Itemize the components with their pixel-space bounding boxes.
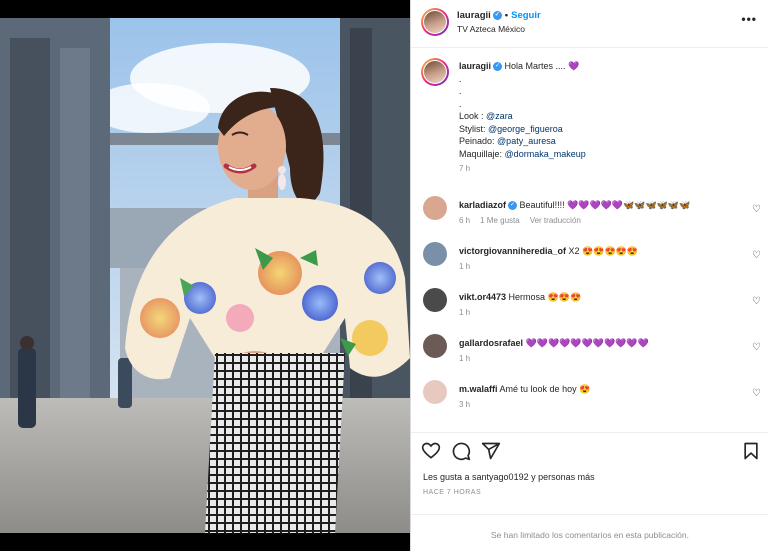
commenter-username[interactable]: victorgiovanniheredia_of	[459, 246, 566, 256]
heart-icon[interactable]	[421, 441, 441, 461]
likes-summary[interactable]: Les gusta a santyago0192 y personas más	[423, 472, 595, 482]
comment-meta: 1 h	[459, 354, 480, 363]
author-username[interactable]: lauragii	[457, 10, 491, 21]
caption-author-avatar[interactable]	[421, 58, 449, 86]
caption-timestamp[interactable]: 7 h	[459, 163, 749, 176]
commenter-username[interactable]: m.walaffi	[459, 384, 498, 394]
commenter-avatar[interactable]	[423, 334, 447, 358]
comment-like-heart-icon[interactable]: ♡	[752, 388, 761, 399]
post-details-panel: lauragii ✓ • Seguir TV Azteca México ••• la…	[410, 0, 768, 551]
commenter-username[interactable]: karladiazof	[459, 200, 506, 210]
comment-meta: 1 h	[459, 308, 480, 317]
post-time-ago[interactable]: HACE 7 HORAS	[423, 489, 481, 496]
comment-item: karladiazof ✓ Beautiful!!!! 💜💜💜💜💜🦋🦋🦋🦋🦋🦋 6…	[411, 196, 768, 242]
caption-dot-line: .	[459, 98, 462, 109]
look-mention-link[interactable]: @zara	[486, 111, 513, 121]
comment-line: gallardosrafael 💜💜💜💜💜💜💜💜💜💜💜	[459, 338, 739, 349]
comment-time[interactable]: 3 h	[459, 400, 470, 409]
peinado-label: Peinado:	[459, 136, 495, 146]
caption-dot-line: .	[459, 86, 462, 96]
translate-link[interactable]: Ver traducción	[530, 216, 581, 225]
comment-text: Hermosa 😍😍😍	[508, 292, 582, 302]
post-header: lauragii ✓ • Seguir TV Azteca México •••	[411, 0, 768, 48]
commenter-username[interactable]: vikt.or4473	[459, 292, 506, 302]
comment-line: m.walaffi Amé tu look de hoy 😍	[459, 384, 739, 395]
comment-meta: 6 h 1 Me gusta Ver traducción	[459, 216, 591, 225]
comment-line: vikt.or4473 Hermosa 😍😍😍	[459, 292, 739, 303]
comment-item: gallardosrafael 💜💜💜💜💜💜💜💜💜💜💜 1 h ♡	[411, 334, 768, 380]
bottom-letterbox	[0, 533, 410, 551]
comment-like-heart-icon[interactable]: ♡	[752, 296, 761, 307]
comment-text: Beautiful!!!! 💜💜💜💜💜🦋🦋🦋🦋🦋🦋	[519, 200, 691, 210]
caption-dot-line: .	[459, 73, 462, 84]
purple-heart-emoji: 💜	[568, 61, 580, 71]
post-photo-illustration	[0, 18, 410, 533]
verified-badge-icon: ✓	[493, 62, 503, 72]
comment-likes[interactable]: 1 Me gusta	[480, 216, 520, 225]
caption-text: lauragii ✓ Hola Martes .... 💜 . . . Look …	[459, 60, 749, 176]
comment-like-heart-icon[interactable]: ♡	[752, 250, 761, 261]
stylist-label: Stylist:	[459, 123, 486, 134]
verified-badge-icon: ✓	[492, 10, 502, 20]
comment-text: Amé tu look de hoy 😍	[499, 384, 591, 394]
caption-username[interactable]: lauragii	[459, 61, 491, 71]
separator-dot: •	[504, 10, 509, 21]
stylist-mention-link[interactable]: @george_figueroa	[488, 124, 563, 134]
post-image[interactable]	[0, 18, 410, 533]
maquillaje-label: Maquillaje:	[459, 148, 503, 159]
commenter-username[interactable]: gallardosrafael	[459, 338, 523, 348]
share-icon[interactable]	[481, 441, 501, 461]
author-avatar[interactable]	[421, 8, 449, 36]
comment-line: victorgiovanniheredia_of X2 😍😍😍😍😍	[459, 246, 739, 257]
commenter-avatar[interactable]	[423, 380, 447, 404]
look-label: Look :	[459, 111, 484, 121]
caption-greeting: Hola Martes ....	[504, 61, 566, 71]
comments-limited-notice: Se han limitado los comentarios en esta …	[491, 530, 689, 540]
comment-line: karladiazof ✓ Beautiful!!!! 💜💜💜💜💜🦋🦋🦋🦋🦋🦋	[459, 200, 739, 211]
comment-like-heart-icon[interactable]: ♡	[752, 342, 761, 353]
post-location[interactable]: TV Azteca México	[457, 24, 525, 34]
author-line: lauragii ✓ • Seguir	[457, 10, 541, 21]
comment-meta: 1 h	[459, 262, 480, 271]
comment-time[interactable]: 1 h	[459, 308, 470, 317]
comments-footer: Se han limitado los comentarios en esta …	[411, 514, 768, 551]
comment-item: m.walaffi Amé tu look de hoy 😍 3 h ♡	[411, 380, 768, 426]
follow-button[interactable]: Seguir	[511, 10, 541, 21]
verified-badge-icon: ✓	[508, 201, 518, 211]
post-actions-bar	[411, 432, 768, 470]
commenter-avatar[interactable]	[423, 242, 447, 266]
commenter-avatar[interactable]	[423, 196, 447, 220]
comment-text: X2 😍😍😍😍😍	[568, 246, 639, 256]
comment-time[interactable]: 1 h	[459, 354, 470, 363]
comment-time[interactable]: 6 h	[459, 216, 470, 225]
more-options-icon[interactable]: •••	[741, 12, 757, 26]
comment-icon[interactable]	[451, 441, 471, 461]
peinado-mention-link[interactable]: @paty_auresa	[497, 136, 556, 146]
commenter-avatar[interactable]	[423, 288, 447, 312]
comment-item: vikt.or4473 Hermosa 😍😍😍 1 h ♡	[411, 288, 768, 334]
comment-meta: 3 h	[459, 400, 480, 409]
comment-item: victorgiovanniheredia_of X2 😍😍😍😍😍 1 h ♡	[411, 242, 768, 288]
comment-like-heart-icon[interactable]: ♡	[752, 204, 761, 215]
comment-text: 💜💜💜💜💜💜💜💜💜💜💜	[525, 338, 649, 348]
bookmark-icon[interactable]	[741, 441, 761, 461]
maquillaje-mention-link[interactable]: @dormaka_makeup	[505, 149, 586, 159]
comment-time[interactable]: 1 h	[459, 262, 470, 271]
